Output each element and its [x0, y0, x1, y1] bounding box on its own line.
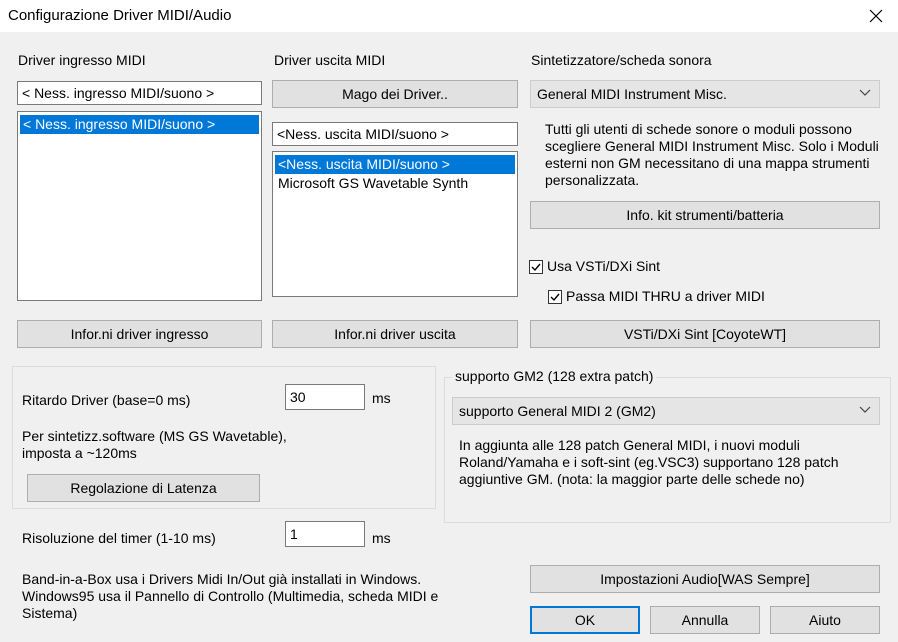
driver-delay-label: Ritardo Driver (base=0 ms) — [22, 392, 191, 408]
use-vsti-label[interactable]: Usa VSTi/DXi Sint — [547, 258, 660, 274]
close-icon — [869, 9, 883, 23]
close-button[interactable] — [854, 0, 898, 32]
list-item[interactable]: <Ness. uscita MIDI/suono > — [275, 155, 515, 174]
synth-select[interactable]: General MIDI Instrument Misc. — [530, 80, 880, 108]
chevron-down-icon — [859, 406, 871, 413]
midi-in-driver-list[interactable]: < Ness. ingresso MIDI/suono > — [17, 111, 262, 301]
synth-selected-value: General MIDI Instrument Misc. — [537, 86, 727, 102]
cancel-button[interactable]: Annulla — [650, 606, 760, 634]
instrument-kit-info-button[interactable]: Info. kit strumenti/batteria — [530, 201, 880, 229]
ok-button[interactable]: OK — [530, 606, 640, 634]
vsti-synth-button[interactable]: VSTi/DXi Sint [CoyoteWT] — [530, 320, 880, 348]
midi-out-info-button[interactable]: Infor.ni driver uscita — [272, 320, 518, 348]
latency-adjust-button[interactable]: Regolazione di Latenza — [27, 474, 260, 502]
midi-thru-label[interactable]: Passa MIDI THRU a driver MIDI — [566, 288, 765, 304]
midi-audio-driver-dialog: Configurazione Driver MIDI/Audio Driver … — [0, 0, 898, 642]
midi-out-current-field[interactable] — [272, 122, 518, 146]
driver-wizard-button[interactable]: Mago dei Driver.. — [272, 80, 518, 108]
midi-out-label: Driver uscita MIDI — [274, 52, 386, 68]
footer-note: Band-in-a-Box usa i Drivers Midi In/Out … — [22, 571, 439, 621]
gm2-description: In aggiunta alle 128 patch General MIDI,… — [459, 437, 839, 487]
midi-in-label: Driver ingresso MIDI — [18, 52, 146, 68]
list-item[interactable]: < Ness. ingresso MIDI/suono > — [20, 115, 259, 134]
midi-in-info-button[interactable]: Infor.ni driver ingresso — [17, 320, 262, 348]
title-bar: Configurazione Driver MIDI/Audio — [0, 0, 898, 32]
synth-label: Sintetizzatore/scheda sonora — [531, 52, 712, 68]
help-button[interactable]: Aiuto — [770, 606, 880, 634]
timer-resolution-label: Risoluzione del timer (1-10 ms) — [22, 530, 216, 546]
timer-resolution-unit: ms — [372, 530, 391, 546]
driver-delay-input[interactable] — [285, 384, 365, 410]
audio-settings-button[interactable]: Impostazioni Audio[WAS Sempre] — [530, 565, 880, 593]
gm2-select[interactable]: supporto General MIDI 2 (GM2) — [452, 397, 880, 425]
checkmark-icon — [531, 263, 541, 272]
gm2-selected-value: supporto General MIDI 2 (GM2) — [459, 403, 656, 419]
timer-resolution-input[interactable] — [285, 521, 365, 547]
use-vsti-checkbox[interactable] — [529, 260, 543, 274]
midi-out-driver-list[interactable]: <Ness. uscita MIDI/suono > Microsoft GS … — [272, 151, 518, 297]
midi-thru-checkbox[interactable] — [548, 290, 562, 304]
gm2-label: supporto GM2 (128 extra patch) — [452, 368, 657, 384]
synth-description: Tutti gli utenti di schede sonore o modu… — [545, 121, 879, 188]
chevron-down-icon — [859, 89, 871, 96]
latency-note: Per sintetizz.software (MS GS Wavetable)… — [22, 428, 287, 461]
list-item[interactable]: Microsoft GS Wavetable Synth — [275, 174, 515, 193]
midi-in-current-field[interactable] — [17, 81, 262, 105]
checkmark-icon — [550, 293, 560, 302]
driver-delay-unit: ms — [372, 390, 391, 406]
window-title: Configurazione Driver MIDI/Audio — [8, 7, 232, 24]
